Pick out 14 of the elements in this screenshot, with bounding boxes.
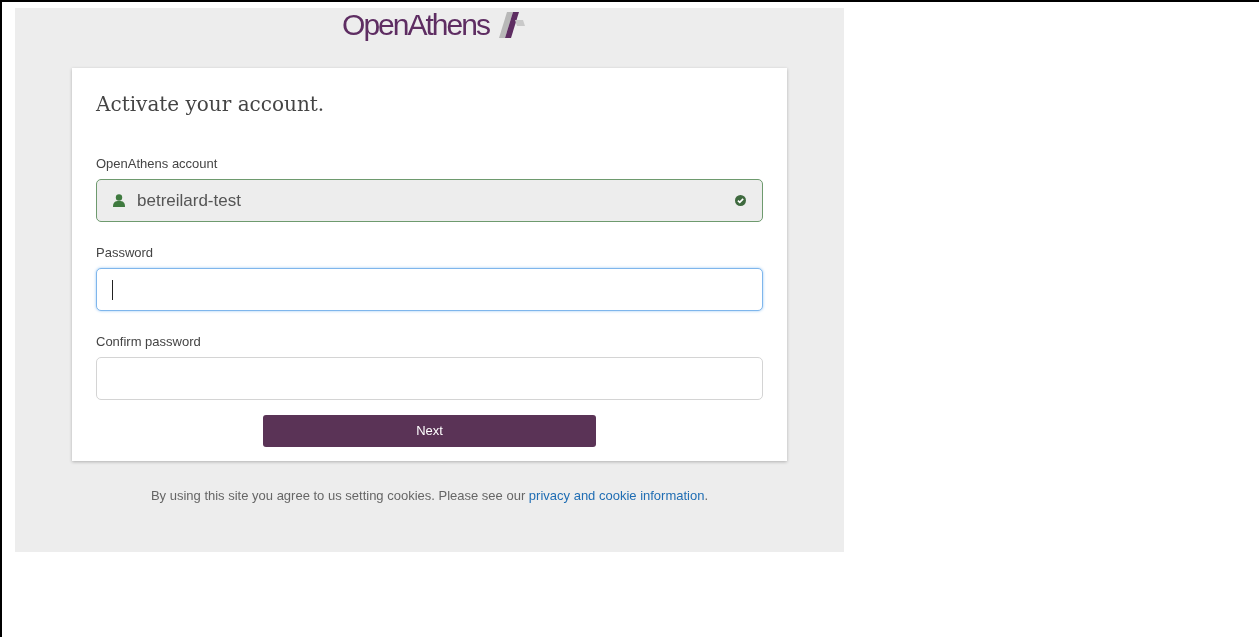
password-field[interactable] <box>96 268 763 311</box>
next-button[interactable]: Next <box>263 415 596 447</box>
card-title: Activate your account. <box>96 92 326 116</box>
field-value: betreilard-test <box>137 189 241 212</box>
cookie-notice: By using this site you agree to us setting cookies. Please see our privacy and cookie information. <box>150 487 709 505</box>
account-field[interactable]: betreilard-test <box>96 179 763 222</box>
text-cursor <box>112 279 113 300</box>
password-field[interactable] <box>96 357 763 400</box>
field-label: Confirm password <box>96 334 202 350</box>
field-label: Password <box>96 245 155 261</box>
user-icon <box>113 194 125 207</box>
check-icon <box>735 195 746 206</box>
logo-text: OpenAthens <box>342 8 489 42</box>
field-label: OpenAthens account <box>96 156 219 172</box>
